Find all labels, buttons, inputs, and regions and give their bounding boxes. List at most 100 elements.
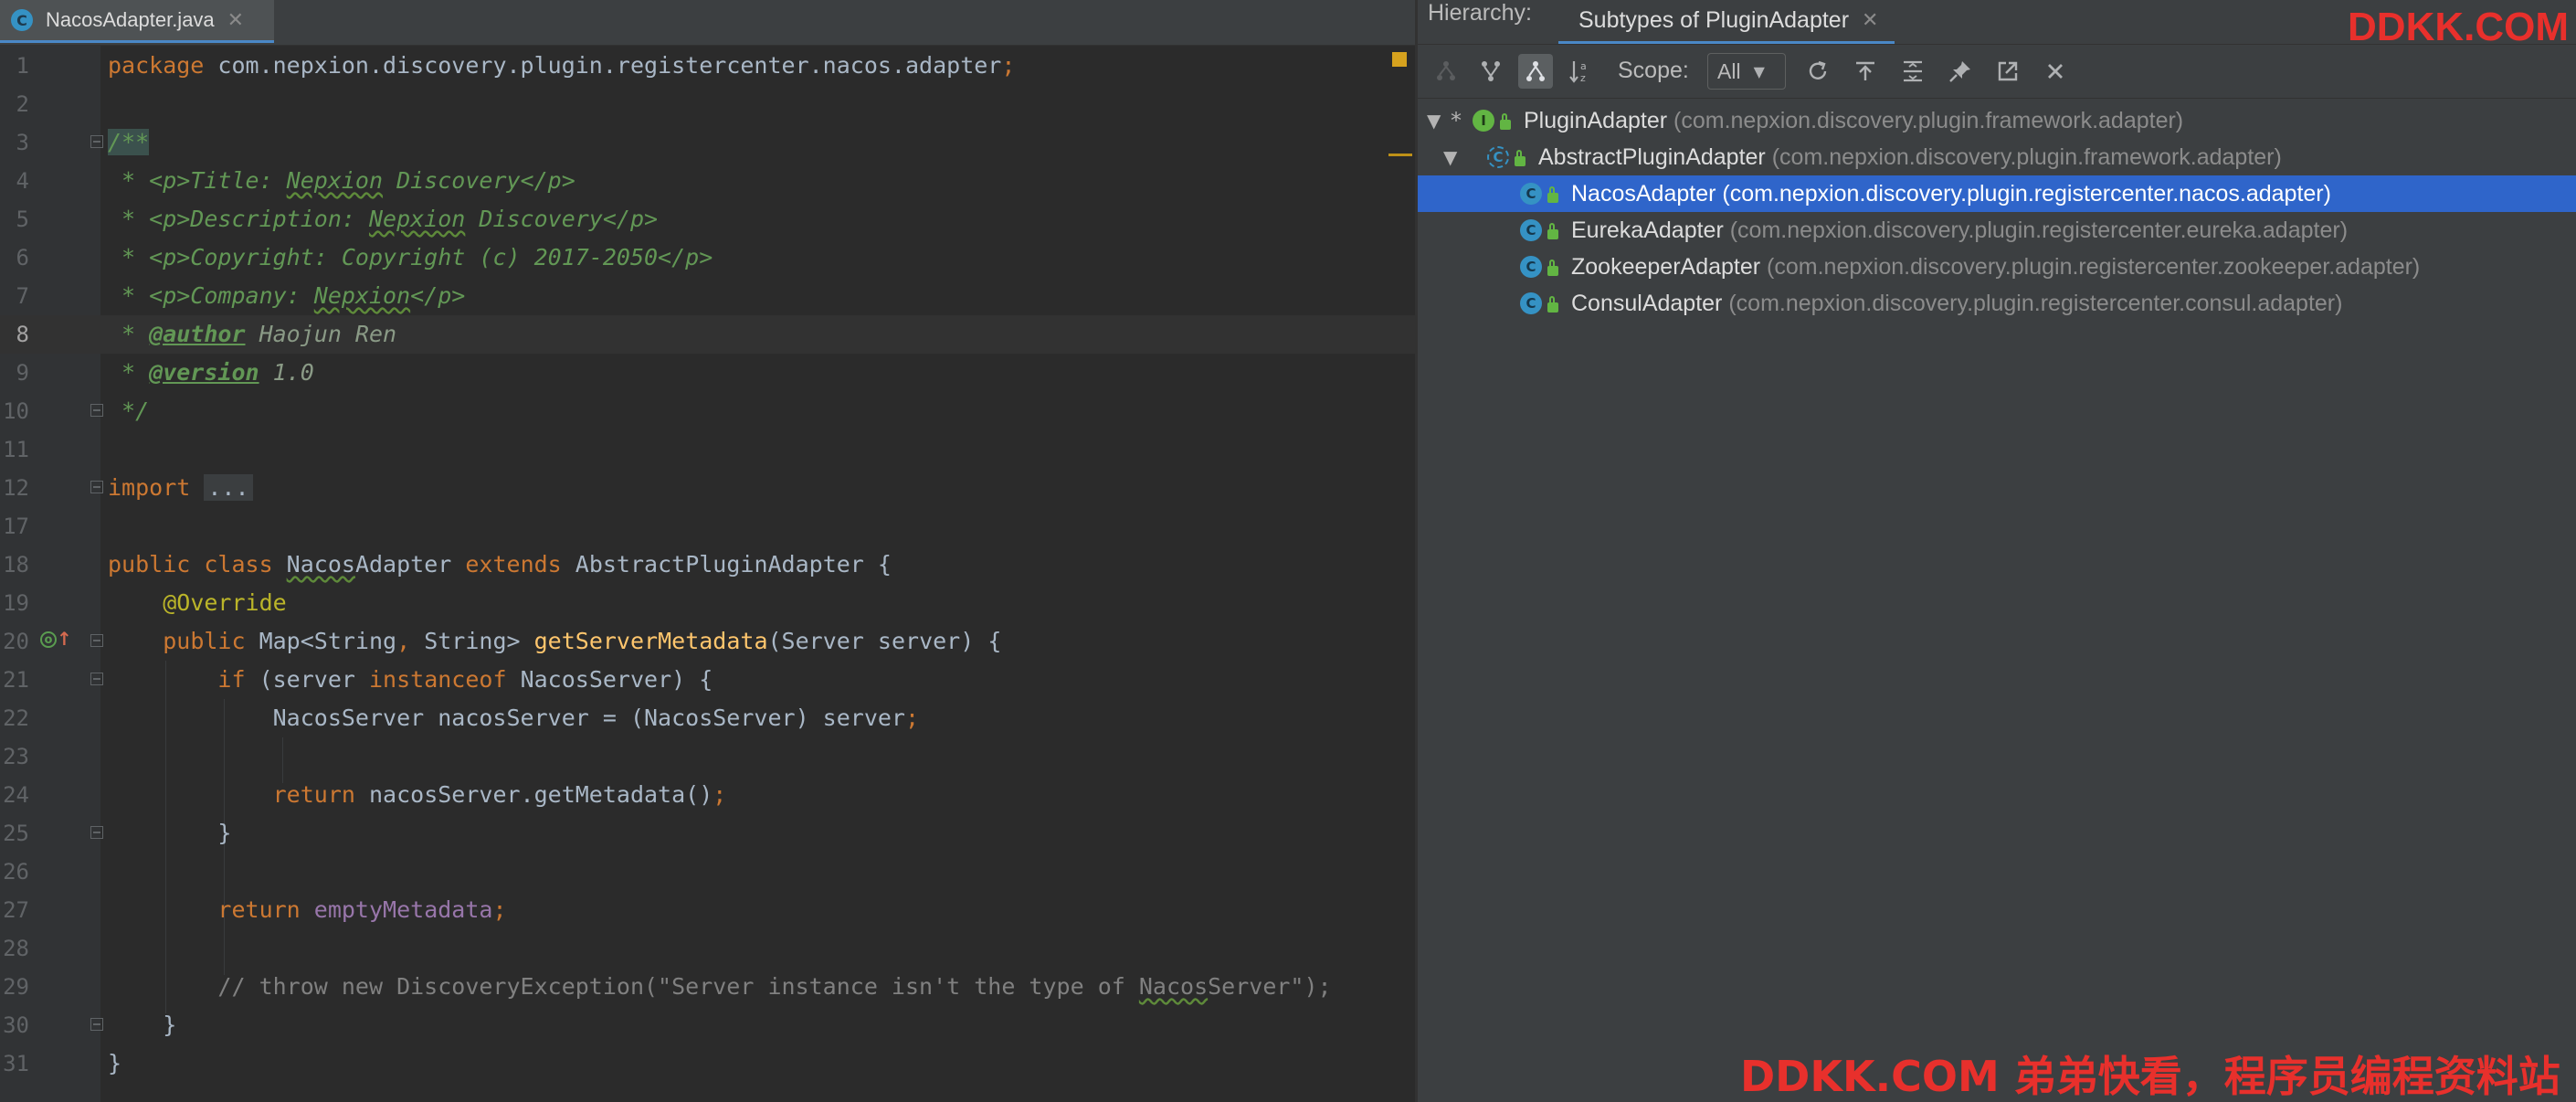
code-line[interactable]: 20 o ↑ public Map<String, String> getServe… [0, 622, 1415, 661]
code-text[interactable]: * <p>Company: Nepxion</p> [108, 277, 465, 315]
code-text[interactable]: public class NacosAdapter extends Abstra… [108, 546, 892, 584]
code-text[interactable]: package com.nepxion.discovery.plugin.reg… [108, 47, 1015, 85]
code-line[interactable]: 6 * <p>Copyright: Copyright (c) 2017-205… [0, 238, 1415, 277]
expand-arrow-icon[interactable]: ▼ [1443, 146, 1457, 168]
code-line[interactable]: 5 * <p>Description: Nepxion Discovery</p… [0, 200, 1415, 238]
line-number[interactable]: 18 [0, 546, 29, 584]
code-text[interactable]: return nacosServer.getMetadata(); [108, 776, 727, 814]
code-text[interactable]: NacosServer nacosServer = (NacosServer) … [108, 699, 919, 737]
line-number[interactable]: 4 [0, 162, 29, 200]
code-text[interactable]: return emptyMetadata; [108, 891, 506, 929]
line-number[interactable]: 5 [0, 200, 29, 238]
code-line[interactable]: 1 package com.nepxion.discovery.plugin.re… [0, 47, 1415, 85]
code-line[interactable]: 4 * <p>Title: Nepxion Discovery</p> [0, 162, 1415, 200]
code-text[interactable]: @Override [108, 584, 286, 622]
scope-dropdown[interactable]: All ▼ [1707, 53, 1786, 90]
code-line[interactable]: 9 * @version 1.0 [0, 354, 1415, 392]
code-line[interactable]: 3 /** [0, 123, 1415, 162]
close-icon[interactable] [2038, 54, 2073, 89]
code-line[interactable]: 31} [0, 1044, 1415, 1083]
tree-node[interactable]: ▼ C AbstractPluginAdapter (com.nepxion.dis… [1418, 139, 2576, 175]
code-text[interactable]: * @author Haojun Ren [108, 315, 396, 354]
code-line[interactable]: 2 [0, 85, 1415, 123]
tree-node[interactable]: C ConsulAdapter (com.nepxion.discovery.pl… [1418, 285, 2576, 322]
fold-toggle-icon[interactable] [90, 634, 103, 647]
error-stripe-marker[interactable] [1388, 154, 1412, 156]
code-text[interactable]: } [108, 1006, 176, 1044]
go-to-super-method-icon[interactable]: ↑ [57, 628, 72, 650]
fold-toggle-icon[interactable] [90, 1018, 103, 1031]
editor-tab-nacosadapter[interactable]: C NacosAdapter.java ✕ [0, 0, 274, 43]
code-text[interactable]: * <p>Copyright: Copyright (c) 2017-2050<… [108, 238, 713, 277]
line-number[interactable]: 17 [0, 507, 29, 546]
code-text[interactable]: * @version 1.0 [108, 354, 314, 392]
line-number[interactable]: 22 [0, 699, 29, 737]
line-number[interactable]: 6 [0, 238, 29, 277]
fold-toggle-icon[interactable] [90, 673, 103, 685]
line-number[interactable]: 29 [0, 968, 29, 1006]
code-line[interactable]: 19 @Override [0, 584, 1415, 622]
line-number[interactable]: 31 [0, 1044, 29, 1083]
code-line[interactable]: 21 if (server instanceof NacosServer) { [0, 661, 1415, 699]
line-number[interactable]: 7 [0, 277, 29, 315]
code-line[interactable]: 18 public class NacosAdapter extends Abst… [0, 546, 1415, 584]
code-line[interactable]: 17 [0, 507, 1415, 546]
code-text[interactable]: /** [108, 123, 150, 162]
code-text[interactable]: public Map<String, String> getServerMeta… [108, 622, 1001, 661]
tree-node[interactable]: ▼ * I PluginAdapter (com.nepxion.discovery.… [1418, 102, 2576, 139]
fold-toggle-icon[interactable] [90, 826, 103, 839]
implements-method-icon[interactable]: o [40, 631, 57, 648]
line-number[interactable]: 11 [0, 430, 29, 469]
line-number[interactable]: 26 [0, 853, 29, 891]
code-text[interactable]: } [108, 1044, 121, 1083]
pin-icon[interactable] [1943, 54, 1978, 89]
line-number[interactable]: 24 [0, 776, 29, 814]
code-text[interactable]: } [108, 814, 231, 853]
code-line[interactable]: 8 * @author Haojun Ren [0, 315, 1415, 354]
line-number[interactable]: 9 [0, 354, 29, 392]
code-line[interactable]: 28 [0, 929, 1415, 968]
line-number[interactable]: 23 [0, 737, 29, 776]
line-number[interactable]: 30 [0, 1006, 29, 1044]
refresh-icon[interactable] [1800, 54, 1835, 89]
code-line[interactable]: 29 // throw new DiscoveryException("Serv… [0, 968, 1415, 1006]
line-number[interactable]: 21 [0, 661, 29, 699]
line-number[interactable]: 19 [0, 584, 29, 622]
open-in-window-icon[interactable] [1990, 54, 2025, 89]
line-number[interactable]: 20 [0, 622, 29, 661]
code-text[interactable]: */ [108, 392, 149, 430]
code-text[interactable]: if (server instanceof NacosServer) { [108, 661, 713, 699]
code-text[interactable]: // throw new DiscoveryException("Server … [108, 968, 1331, 1006]
code-line[interactable]: 23 [0, 737, 1415, 776]
line-number[interactable]: 2 [0, 85, 29, 123]
code-text[interactable]: * <p>Description: Nepxion Discovery</p> [108, 200, 658, 238]
warning-marker-icon[interactable] [1392, 52, 1407, 67]
code-line[interactable]: 11 [0, 430, 1415, 469]
line-number[interactable]: 25 [0, 814, 29, 853]
line-number[interactable]: 1 [0, 47, 29, 85]
code-text[interactable]: * <p>Title: Nepxion Discovery</p> [108, 162, 575, 200]
tab-subtypes-of-pluginadapter[interactable]: Subtypes of PluginAdapter ✕ [1558, 0, 1895, 44]
code-line[interactable]: 26 [0, 853, 1415, 891]
close-tab-icon[interactable]: ✕ [1862, 9, 1878, 32]
code-line[interactable]: 24 return nacosServer.getMetadata(); [0, 776, 1415, 814]
class-hierarchy-icon[interactable] [1518, 54, 1553, 89]
code-line[interactable]: 30 } [0, 1006, 1415, 1044]
line-number[interactable]: 27 [0, 891, 29, 929]
export-icon[interactable] [1848, 54, 1883, 89]
fold-toggle-icon[interactable] [90, 135, 103, 148]
code-line[interactable]: 10 */ [0, 392, 1415, 430]
subtypes-hierarchy-icon[interactable] [1473, 54, 1508, 89]
line-number[interactable]: 3 [0, 123, 29, 162]
line-number[interactable]: 12 [0, 469, 29, 507]
tree-node[interactable]: C ZookeeperAdapter (com.nepxion.discovery… [1418, 249, 2576, 285]
supertypes-hierarchy-icon[interactable] [1429, 54, 1463, 89]
tree-node[interactable]: C EurekaAdapter (com.nepxion.discovery.pl… [1418, 212, 2576, 249]
code-text[interactable]: import ... [108, 469, 253, 507]
line-number[interactable]: 10 [0, 392, 29, 430]
expand-arrow-icon[interactable]: ▼ [1427, 110, 1441, 132]
close-tab-icon[interactable]: ✕ [227, 9, 244, 32]
code-line[interactable]: 25 } [0, 814, 1415, 853]
tree-node[interactable]: C NacosAdapter (com.nepxion.discovery.plu… [1418, 175, 2576, 212]
expand-all-icon[interactable] [1895, 54, 1930, 89]
